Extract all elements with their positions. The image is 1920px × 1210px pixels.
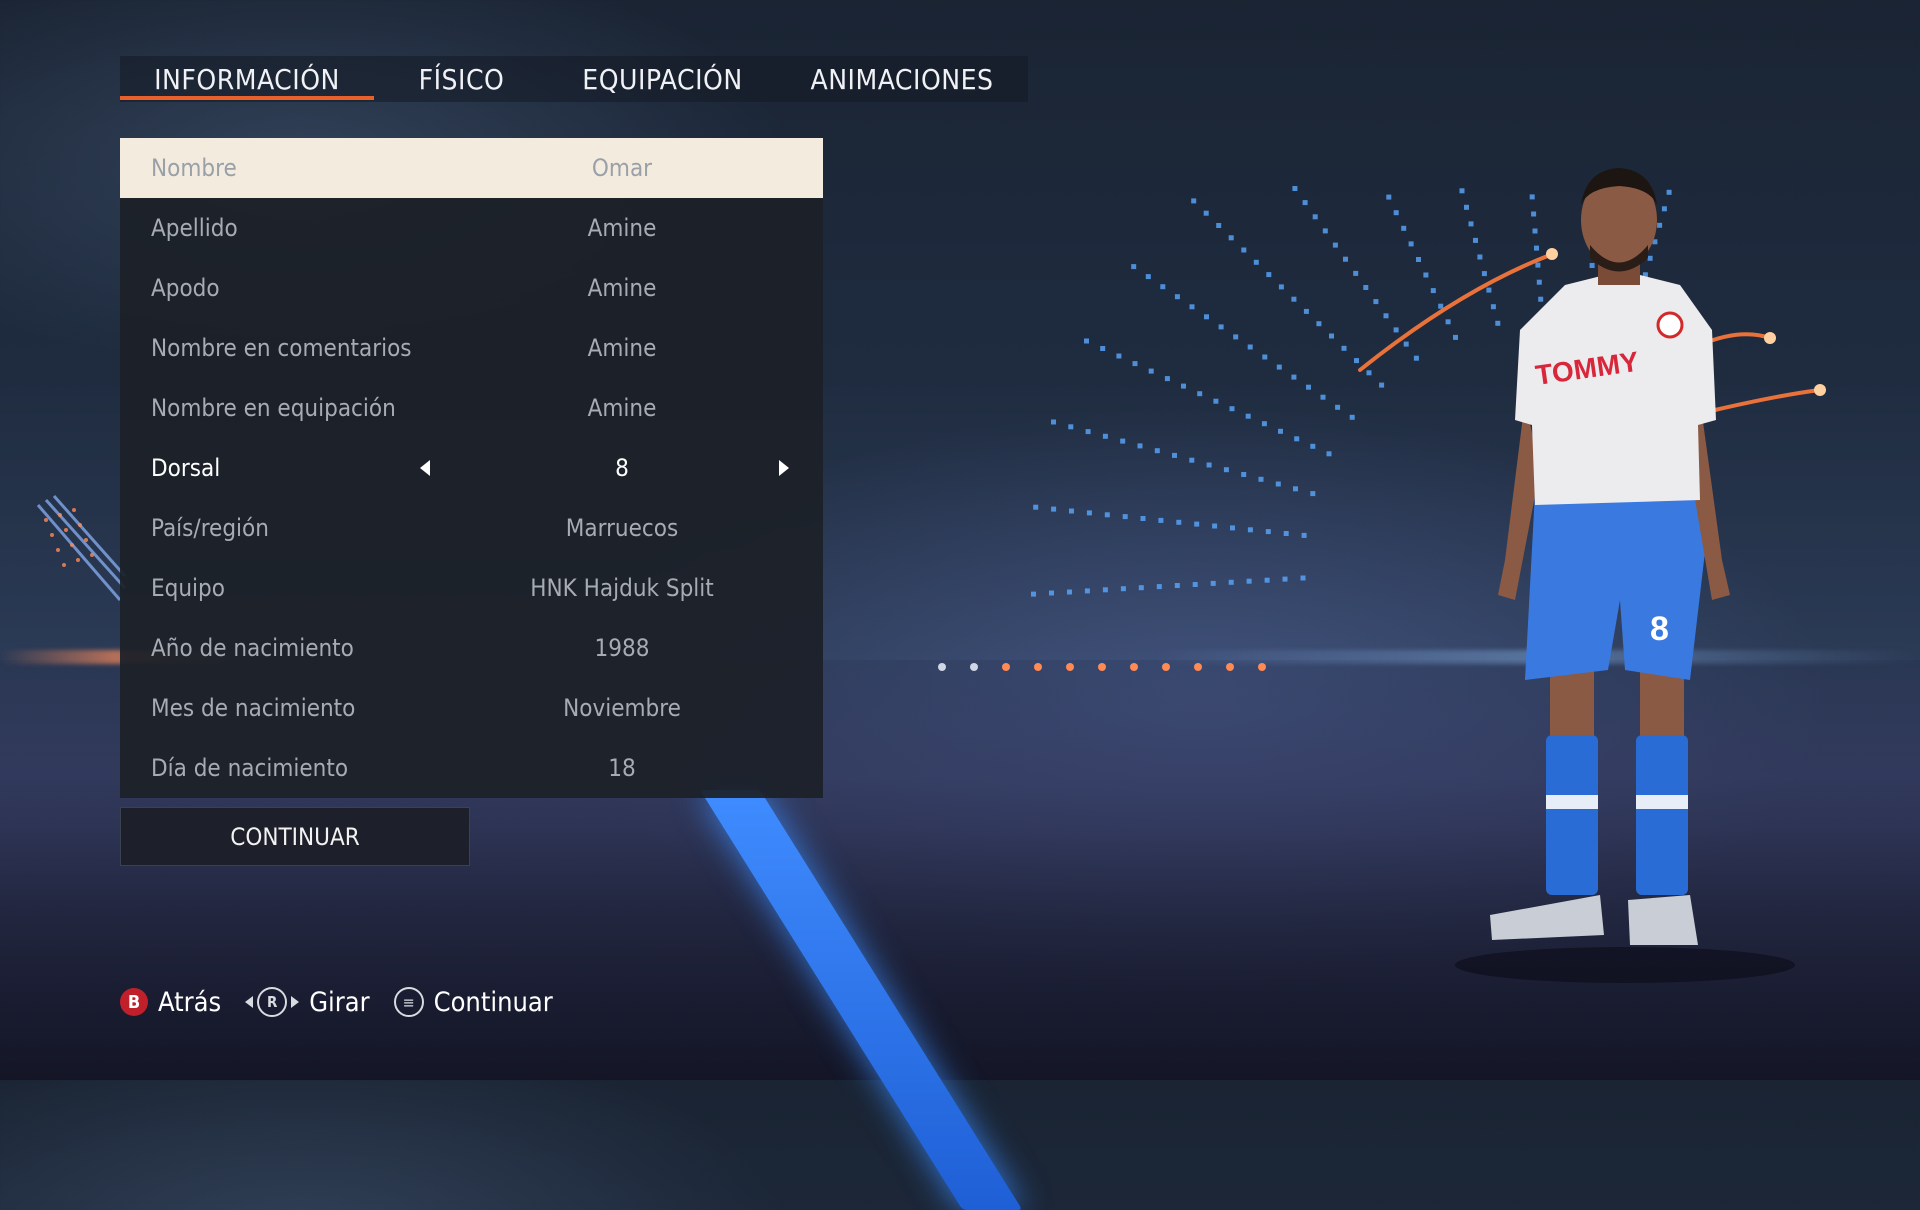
button-hints: B Atrás R Girar ≡ Continuar xyxy=(120,984,577,1020)
row-value: 18 xyxy=(608,754,636,782)
row-label: Nombre xyxy=(151,154,237,182)
arrow-right-icon[interactable] xyxy=(779,460,789,476)
dot-arc-decoration xyxy=(1031,186,1672,597)
form-row-equipo[interactable]: Equipo HNK Hajduk Split xyxy=(120,558,823,618)
form-row-ano-nacimiento[interactable]: Año de nacimiento 1988 xyxy=(120,618,823,678)
arrow-left-icon[interactable] xyxy=(420,460,430,476)
row-value: 1988 xyxy=(594,634,650,662)
left-orange-dots-decoration xyxy=(44,508,94,567)
row-label: Equipo xyxy=(151,574,225,602)
rotate-label: Girar xyxy=(309,986,370,1018)
continue-hint-label: Continuar xyxy=(433,986,553,1018)
b-button-icon: B xyxy=(120,988,148,1016)
rotate-left-icon xyxy=(245,996,254,1008)
row-value: Amine xyxy=(587,214,657,242)
firework-sparks xyxy=(1546,248,1826,396)
row-value: HNK Hajduk Split xyxy=(530,574,714,602)
form-row-dia-nacimiento[interactable]: Día de nacimiento 18 xyxy=(120,738,823,798)
row-value: Marruecos xyxy=(565,514,679,542)
form-row-nombre-comentarios[interactable]: Nombre en comentarios Amine xyxy=(120,318,823,378)
tab-equipacion[interactable]: EQUIPACIÓN xyxy=(549,56,776,102)
tab-animaciones[interactable]: ANIMACIONES xyxy=(776,56,1028,102)
row-value: Omar xyxy=(591,154,653,182)
r-stick-icon: R xyxy=(257,987,288,1017)
row-value: Amine xyxy=(587,274,657,302)
form-row-nombre-equipacion[interactable]: Nombre en equipación Amine xyxy=(120,378,823,438)
row-value: 8 xyxy=(615,454,629,482)
row-label: Día de nacimiento xyxy=(151,754,349,782)
rotate-hint[interactable]: R Girar xyxy=(245,986,370,1018)
row-label: Nombre en comentarios xyxy=(151,334,412,362)
row-label: Año de nacimiento xyxy=(151,634,354,662)
tab-informacion[interactable]: INFORMACIÓN xyxy=(120,56,374,102)
back-hint[interactable]: B Atrás xyxy=(120,987,221,1018)
firework-trails xyxy=(1358,253,1822,412)
form-row-apodo[interactable]: Apodo Amine xyxy=(120,258,823,318)
row-label: Apellido xyxy=(151,214,238,242)
shorts-number-text: 8 xyxy=(1650,610,1669,648)
form-row-pais-region[interactable]: País/región Marruecos xyxy=(120,498,823,558)
row-value: Amine xyxy=(587,334,657,362)
tab-bar: INFORMACIÓN FÍSICO EQUIPACIÓN ANIMACIONE… xyxy=(120,56,1028,102)
row-label: Apodo xyxy=(151,274,220,302)
continue-button[interactable]: CONTINUAR xyxy=(120,807,470,866)
rotate-right-icon xyxy=(291,996,300,1008)
menu-button-icon: ≡ xyxy=(393,987,424,1017)
row-value: Amine xyxy=(587,394,657,422)
player-info-form: Nombre Omar Apellido Amine Apodo Amine N… xyxy=(120,138,823,798)
row-label: Dorsal xyxy=(151,454,221,482)
row-label: País/región xyxy=(151,514,269,542)
form-row-apellido[interactable]: Apellido Amine xyxy=(120,198,823,258)
row-label: Mes de nacimiento xyxy=(151,694,356,722)
form-row-dorsal[interactable]: Dorsal 8 xyxy=(120,438,823,498)
form-row-mes-nacimiento[interactable]: Mes de nacimiento Noviembre xyxy=(120,678,823,738)
form-row-nombre[interactable]: Nombre Omar xyxy=(120,138,823,198)
tab-fisico[interactable]: FÍSICO xyxy=(374,56,549,102)
row-value: Noviembre xyxy=(563,694,681,722)
back-label: Atrás xyxy=(158,986,222,1018)
continue-hint[interactable]: ≡ Continuar xyxy=(393,986,553,1018)
row-label: Nombre en equipación xyxy=(151,394,396,422)
left-stripes-decoration xyxy=(36,495,127,601)
shirt-sponsor-text: TOMMY xyxy=(1534,346,1641,391)
